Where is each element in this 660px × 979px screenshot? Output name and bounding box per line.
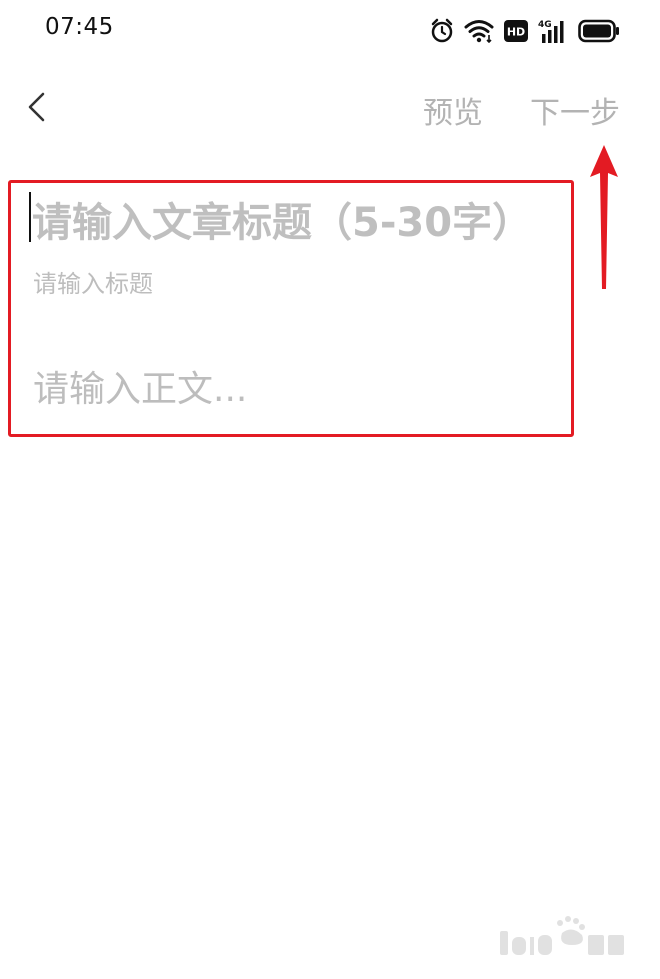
chevron-left-icon [28, 92, 45, 122]
battery-icon [578, 19, 620, 43]
signal-4g-icon: 4G [538, 18, 568, 44]
article-title-input[interactable]: 请输入文章标题（5-30字） [32, 190, 562, 246]
preview-button[interactable]: 预览 [423, 88, 483, 132]
hd-label: HD [507, 26, 525, 39]
alarm-icon [430, 18, 454, 44]
status-time: 07:45 [45, 14, 114, 40]
annotation-arrow-icon [590, 145, 618, 289]
wifi-icon [464, 19, 494, 43]
hd-icon: HD [504, 20, 528, 42]
status-bar: 07:45 HD 4G [0, 0, 660, 60]
status-icons: HD 4G [430, 14, 620, 48]
back-button[interactable] [22, 85, 62, 131]
network-label: 4G [538, 20, 552, 30]
baidu-watermark-icon [500, 916, 624, 955]
article-body-input[interactable]: 请输入正文... [33, 360, 553, 410]
text-cursor [29, 192, 31, 242]
title-hint: 请输入标题 [33, 270, 153, 298]
next-step-button[interactable]: 下一步 [530, 88, 620, 132]
